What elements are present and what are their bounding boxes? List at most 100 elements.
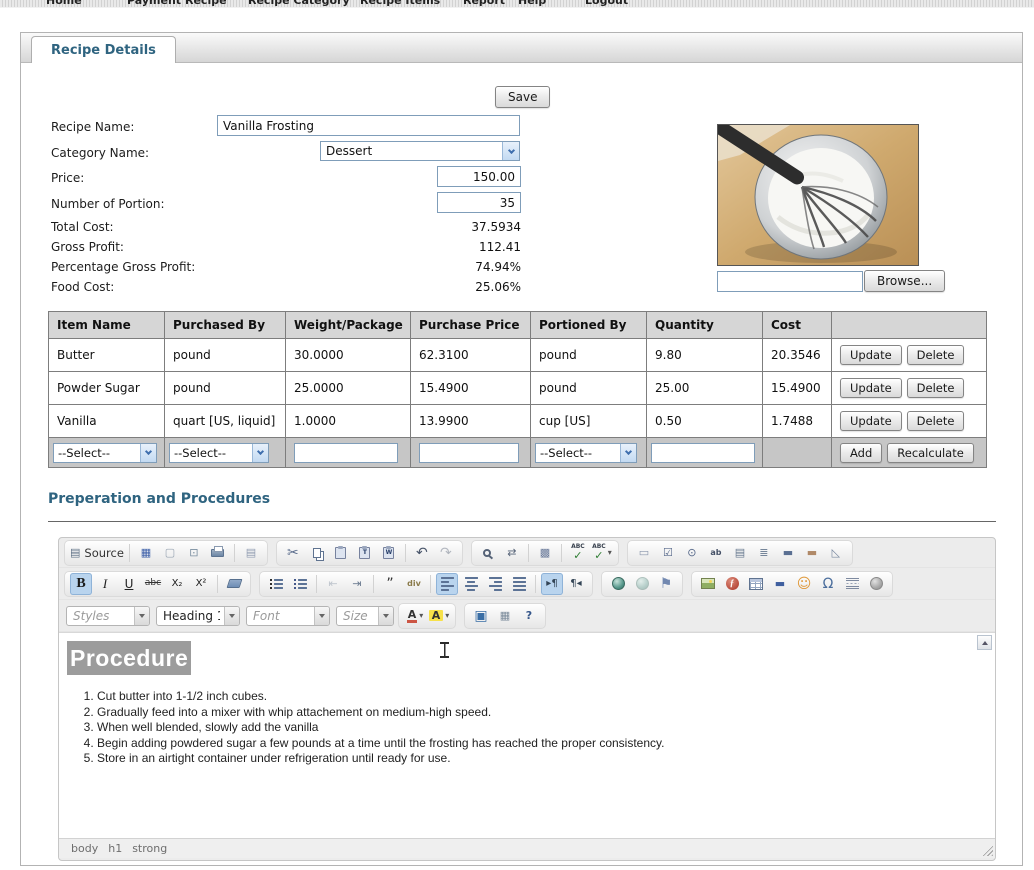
checkbox-icon[interactable]: ☑: [657, 542, 679, 564]
special-character-icon[interactable]: Ω: [817, 573, 839, 595]
select-all-icon[interactable]: ▩: [534, 542, 556, 564]
new-item-select[interactable]: --Select--: [53, 443, 157, 463]
form-icon[interactable]: ▭: [633, 542, 655, 564]
save-icon[interactable]: ▦: [135, 542, 157, 564]
undo-icon[interactable]: ↶: [411, 542, 433, 564]
select-dropdown-arrow-icon[interactable]: [620, 444, 636, 462]
italic-button[interactable]: I: [94, 573, 116, 595]
menu-item-recipe-category[interactable]: Recipe Category: [248, 0, 350, 7]
editor-content[interactable]: Procedure Cut butter into 1-1/2 inch cub…: [59, 632, 995, 838]
browse-button[interactable]: Browse...: [864, 270, 945, 292]
align-right-icon[interactable]: [484, 573, 506, 595]
menu-item-payment[interactable]: Payment: [127, 0, 181, 7]
page-break-icon[interactable]: [841, 573, 863, 595]
delete-ingredient-button[interactable]: Delete: [907, 378, 965, 398]
text-direction-rtl-icon[interactable]: ¶◂: [565, 573, 587, 595]
button-icon[interactable]: ▬: [777, 542, 799, 564]
new-purchased-by-select[interactable]: --Select--: [169, 443, 269, 463]
paste-plain-text-icon[interactable]: T: [354, 542, 376, 564]
align-center-icon[interactable]: [460, 573, 482, 595]
subscript-button[interactable]: X₂: [166, 573, 188, 595]
menu-item-recipe-items[interactable]: Recipe Items: [360, 0, 440, 7]
new-page-icon[interactable]: ▢: [159, 542, 181, 564]
underline-button[interactable]: U: [118, 573, 140, 595]
menu-item-report[interactable]: Report: [463, 0, 505, 7]
new-purchase-price-input[interactable]: [419, 443, 519, 463]
update-ingredient-button[interactable]: Update: [840, 378, 902, 398]
save-button[interactable]: Save: [495, 86, 550, 108]
find-icon[interactable]: [477, 542, 499, 564]
paste-icon[interactable]: [330, 542, 352, 564]
delete-ingredient-button[interactable]: Delete: [907, 345, 965, 365]
preview-icon[interactable]: ⊡: [183, 542, 205, 564]
select-dropdown-arrow-icon[interactable]: [140, 444, 156, 462]
remove-format-icon[interactable]: [223, 573, 245, 595]
price-input[interactable]: [437, 166, 521, 187]
templates-icon[interactable]: ▤: [240, 542, 262, 564]
element-path-strong[interactable]: strong: [132, 842, 167, 855]
delete-ingredient-button[interactable]: Delete: [907, 411, 965, 431]
font-combo[interactable]: Font: [246, 606, 330, 626]
horizontal-rule-icon[interactable]: ▬: [769, 573, 791, 595]
strikethrough-button[interactable]: abc: [142, 573, 164, 595]
superscript-button[interactable]: X²: [190, 573, 212, 595]
text-color-icon[interactable]: A▾: [404, 605, 426, 627]
flash-icon[interactable]: ƒ: [721, 573, 743, 595]
menu-item-help[interactable]: Help: [518, 0, 546, 7]
align-left-icon[interactable]: [436, 573, 458, 595]
editor-resize-handle[interactable]: [980, 843, 993, 856]
replace-icon[interactable]: ⇄: [501, 542, 523, 564]
menu-item-home[interactable]: Home: [46, 0, 82, 7]
show-blocks-icon[interactable]: ▦: [494, 605, 516, 627]
select-dropdown-arrow-icon[interactable]: [252, 444, 268, 462]
maximize-icon[interactable]: ▣: [470, 605, 492, 627]
print-icon[interactable]: [207, 542, 229, 564]
text-direction-ltr-icon[interactable]: ▸¶: [541, 573, 563, 595]
new-portioned-by-select[interactable]: --Select--: [535, 443, 637, 463]
recipe-name-input[interactable]: [217, 115, 520, 136]
increase-indent-icon[interactable]: ⇥: [346, 573, 368, 595]
hidden-field-icon[interactable]: ◺: [825, 542, 847, 564]
select-dropdown-arrow-icon[interactable]: [502, 142, 519, 160]
tab-recipe-details[interactable]: Recipe Details: [31, 36, 176, 63]
text-field-icon[interactable]: ab: [705, 542, 727, 564]
update-ingredient-button[interactable]: Update: [840, 345, 902, 365]
element-path-body[interactable]: body: [71, 842, 98, 855]
bold-button[interactable]: B: [70, 573, 92, 595]
new-quantity-input[interactable]: [651, 443, 755, 463]
about-icon[interactable]: ?: [518, 605, 540, 627]
image-button-icon[interactable]: ▬: [801, 542, 823, 564]
format-combo[interactable]: Heading 1: [156, 606, 240, 626]
cut-icon[interactable]: ✂: [282, 542, 304, 564]
category-select[interactable]: Dessert: [320, 141, 520, 161]
link-icon[interactable]: [607, 573, 629, 595]
size-combo[interactable]: Size: [336, 606, 394, 626]
scroll-up-button[interactable]: [977, 635, 992, 650]
image-icon[interactable]: [697, 573, 719, 595]
radio-button-icon[interactable]: ⊙: [681, 542, 703, 564]
spell-check-icon[interactable]: ABC✓: [567, 542, 589, 564]
update-ingredient-button[interactable]: Update: [840, 411, 902, 431]
paste-from-word-icon[interactable]: W: [378, 542, 400, 564]
justify-icon[interactable]: [508, 573, 530, 595]
new-weight-input[interactable]: [294, 443, 398, 463]
element-path-h1[interactable]: h1: [108, 842, 122, 855]
table-icon[interactable]: [745, 573, 767, 595]
background-color-icon[interactable]: A▾: [428, 605, 450, 627]
copy-icon[interactable]: [306, 542, 328, 564]
anchor-icon[interactable]: ⚑: [655, 573, 677, 595]
source-button[interactable]: ▤Source: [70, 542, 124, 564]
add-ingredient-button[interactable]: Add: [840, 443, 882, 463]
iframe-icon[interactable]: [865, 573, 887, 595]
numbered-list-icon[interactable]: [265, 573, 287, 595]
portion-input[interactable]: [437, 192, 521, 213]
bulleted-list-icon[interactable]: [289, 573, 311, 595]
div-container-icon[interactable]: div: [403, 573, 425, 595]
selection-field-icon[interactable]: ≣: [753, 542, 775, 564]
spell-check-as-you-type-icon[interactable]: ABC✓▾: [591, 542, 613, 564]
menu-item-recipe[interactable]: Recipe: [185, 0, 227, 7]
photo-file-input[interactable]: [717, 271, 863, 292]
smiley-icon[interactable]: ☺: [793, 573, 815, 595]
menu-item-logout[interactable]: Logout: [585, 0, 628, 7]
recalculate-button[interactable]: Recalculate: [887, 443, 974, 463]
